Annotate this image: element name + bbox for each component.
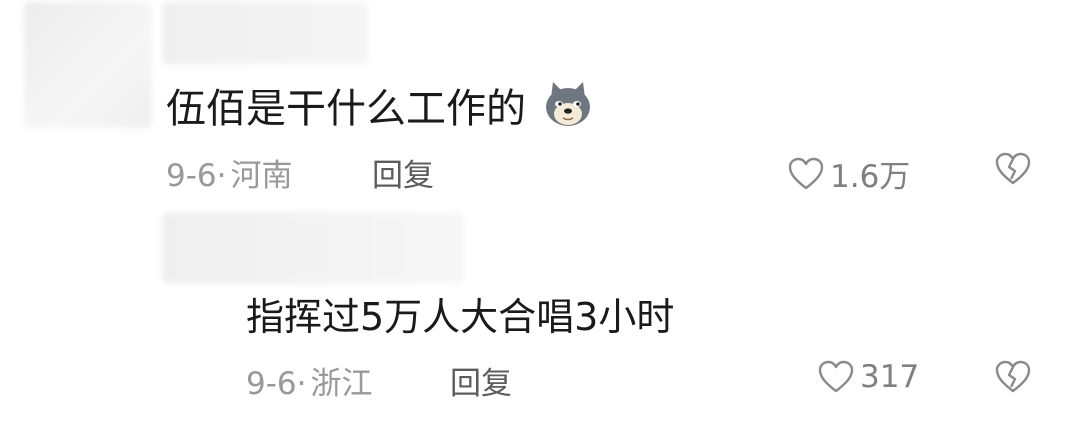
reply-date: 9-6 [246, 366, 297, 402]
reply-reply-button[interactable]: 回复 [450, 358, 512, 403]
comment-text-content: 伍佰是干什么工作的 [166, 86, 526, 132]
reply-like-button[interactable]: 317 [818, 359, 919, 395]
commenter-name-blurred[interactable] [162, 2, 368, 64]
reply-text: 指挥过5万人大合唱3小时 [246, 295, 675, 339]
comment-location: 河南 [230, 158, 293, 194]
reply-like-count: 317 [860, 359, 920, 395]
doge-emoji-icon [545, 82, 590, 126]
comment-reply-button[interactable]: 回复 [372, 150, 434, 195]
replier-name-blurred[interactable] [162, 212, 464, 284]
heart-outline-icon [818, 360, 854, 393]
comment-separator: · [216, 158, 227, 194]
comment-meta: 9-6· 河南 [166, 150, 293, 195]
comment-like-count: 1.6万 [830, 159, 911, 195]
heart-outline-icon [788, 157, 824, 189]
reply-meta: 9-6· 浙江 [246, 358, 373, 403]
comment-like-button[interactable]: 1.6万 [788, 151, 910, 196]
reply-separator: · [296, 366, 307, 402]
comment-date: 9-6 [166, 158, 217, 194]
broken-heart-icon [995, 152, 1031, 185]
comment-dislike-button[interactable] [994, 152, 1032, 190]
comment-text: 伍佰是干什么工作的 [166, 76, 593, 134]
reply-dislike-button[interactable] [994, 360, 1032, 398]
broken-heart-icon [995, 360, 1031, 393]
commenter-avatar-blurred[interactable] [24, 2, 152, 128]
reply-location: 浙江 [310, 366, 373, 402]
